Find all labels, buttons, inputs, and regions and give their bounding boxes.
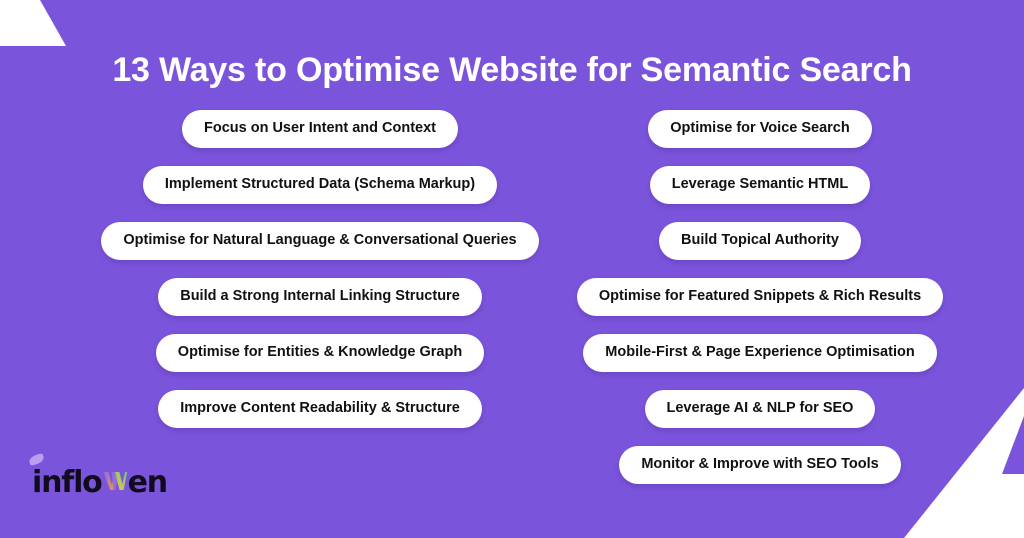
infographic-canvas: 13 Ways to Optimise Website for Semantic…	[0, 0, 1024, 538]
page-title: 13 Ways to Optimise Website for Semantic…	[112, 51, 912, 89]
tip-pill[interactable]: Optimise for Voice Search	[648, 110, 872, 148]
tip-pill[interactable]: Build a Strong Internal Linking Structur…	[158, 278, 482, 316]
tip-pill[interactable]: Focus on User Intent and Context	[181, 110, 458, 148]
tip-pill[interactable]: Optimise for Natural Language & Conversa…	[101, 222, 539, 260]
logo-colorful-w-icon	[102, 470, 128, 492]
tip-pill[interactable]: Leverage Semantic HTML	[649, 166, 871, 204]
logo-text-before: inflo	[32, 465, 103, 500]
top-left-triangle-decoration	[0, 0, 66, 46]
tips-column-left: Focus on User Intent and Context Impleme…	[40, 110, 600, 428]
tip-pill[interactable]: Optimise for Entities & Knowledge Graph	[155, 334, 485, 372]
tips-column-right: Optimise for Voice Search Leverage Seman…	[520, 110, 1000, 484]
logo-wordmark: inflo en	[28, 453, 169, 500]
tip-pill[interactable]: Build Topical Authority	[659, 222, 861, 260]
tip-pill[interactable]: Optimise for Featured Snippets & Rich Re…	[576, 278, 944, 316]
tip-pill[interactable]: Implement Structured Data (Schema Markup…	[142, 166, 498, 204]
brand-logo: inflo en	[28, 453, 169, 500]
tip-pill[interactable]: Monitor & Improve with SEO Tools	[619, 446, 901, 484]
logo-text-after: en	[127, 465, 169, 500]
tip-pill[interactable]: Improve Content Readability & Structure	[158, 390, 482, 428]
tip-pill[interactable]: Leverage AI & NLP for SEO	[644, 390, 876, 428]
tips-columns: Focus on User Intent and Context Impleme…	[0, 110, 1024, 510]
tip-pill[interactable]: Mobile-First & Page Experience Optimisat…	[583, 334, 937, 372]
